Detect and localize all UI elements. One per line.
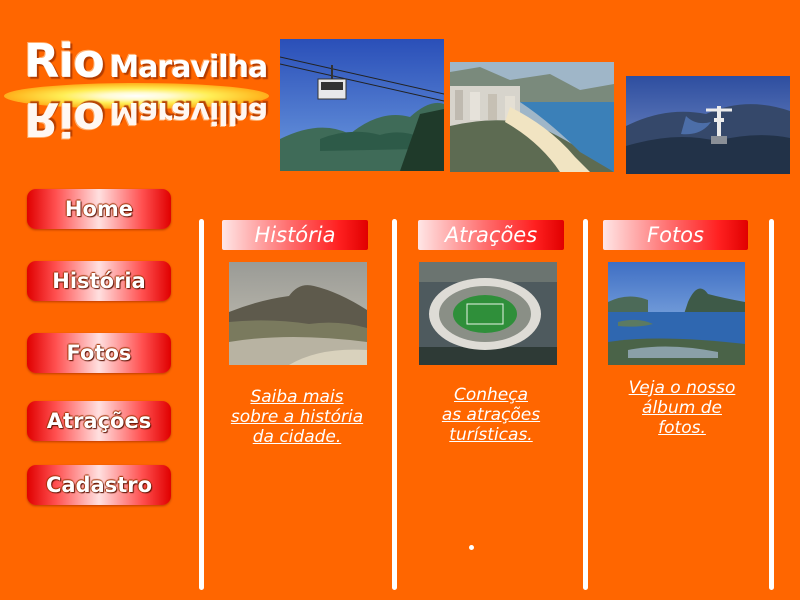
historia-link[interactable]: Saiba mais sobre a história da cidade. xyxy=(209,387,385,447)
section-title-atracoes: Atrações xyxy=(444,223,538,247)
logo-reflection: Rio Maravilha xyxy=(24,92,267,146)
section-title-fotos: Fotos xyxy=(647,223,704,247)
nav-atracoes-label: Atrações xyxy=(46,409,152,433)
cable-car-photo xyxy=(280,39,444,171)
nav-cadastro-label: Cadastro xyxy=(45,473,153,497)
atracoes-link[interactable]: Conheça as atrações turísticas. xyxy=(404,385,578,445)
fotos-link-line-2: álbum de xyxy=(642,398,722,418)
decorative-dot xyxy=(469,545,474,550)
logo-title: Rio Maravilha xyxy=(24,34,268,88)
fotos-link-line-3: fotos. xyxy=(658,418,706,438)
atracoes-link-line-2: as atrações xyxy=(441,405,541,425)
historia-link-line-2: sobre a história xyxy=(230,407,364,427)
nav-fotos-label: Fotos xyxy=(66,341,132,365)
bay-photo[interactable] xyxy=(608,262,745,365)
stadium-photo[interactable] xyxy=(419,262,557,365)
site-logo: Rio Maravilha Rio Maravilha xyxy=(0,28,280,158)
nav-home-button[interactable]: Home xyxy=(27,189,171,229)
section-title-historia: História xyxy=(254,223,336,247)
logo-word-maravilha: Maravilha xyxy=(109,50,268,85)
logo-word-rio: Rio xyxy=(24,34,105,88)
historia-link-line-3: da cidade. xyxy=(252,427,342,447)
section-header-historia: História xyxy=(222,220,368,250)
fotos-link[interactable]: Veja o nosso álbum de fotos. xyxy=(594,378,770,438)
nav-cadastro-button[interactable]: Cadastro xyxy=(27,465,171,505)
historia-link-line-1: Saiba mais xyxy=(250,387,344,407)
column-divider xyxy=(199,219,204,590)
logo-reflection-rio: Rio xyxy=(24,92,104,146)
logo-reflection-maravilha: Maravilha xyxy=(109,95,268,130)
nav-home-label: Home xyxy=(64,197,134,221)
nav-historia-button[interactable]: História xyxy=(27,261,171,301)
beach-photo xyxy=(450,62,614,172)
section-header-atracoes: Atrações xyxy=(418,220,564,250)
section-header-fotos: Fotos xyxy=(603,220,748,250)
nav-historia-label: História xyxy=(52,269,146,293)
nav-fotos-button[interactable]: Fotos xyxy=(27,333,171,373)
christ-redeemer-photo xyxy=(626,76,790,174)
fotos-link-line-1: Veja o nosso xyxy=(628,378,736,398)
atracoes-link-line-3: turísticas. xyxy=(449,425,533,445)
nav-atracoes-button[interactable]: Atrações xyxy=(27,401,171,441)
column-divider xyxy=(583,219,588,590)
column-divider xyxy=(392,219,397,590)
mountain-photo[interactable] xyxy=(229,262,367,365)
atracoes-link-line-1: Conheça xyxy=(453,385,529,405)
